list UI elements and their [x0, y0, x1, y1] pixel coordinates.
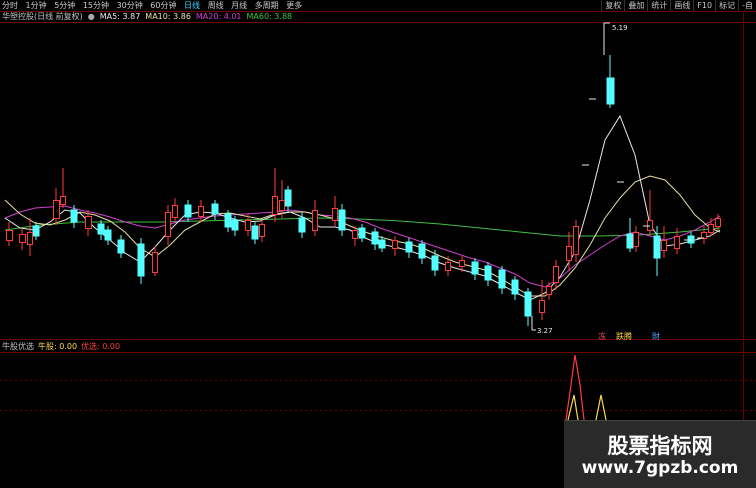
grid	[0, 11, 756, 487]
candle	[566, 246, 572, 261]
candle	[405, 241, 413, 253]
candle	[165, 212, 171, 237]
candle	[546, 286, 552, 295]
candle	[53, 200, 60, 219]
candle	[224, 213, 232, 228]
candle	[484, 265, 492, 281]
candle	[251, 225, 259, 240]
marker-label-1: 冻	[598, 331, 606, 341]
candle	[211, 203, 219, 215]
candle	[137, 243, 145, 277]
indicator-value-b: 优选: 0.00	[81, 342, 121, 351]
candle	[70, 209, 78, 223]
candle	[284, 189, 292, 207]
candle	[60, 196, 66, 205]
candle	[332, 208, 338, 221]
candle	[445, 262, 451, 271]
candles-down	[32, 55, 695, 326]
candle	[418, 243, 426, 259]
candle	[172, 205, 178, 218]
candle	[371, 231, 379, 245]
candle	[184, 204, 192, 218]
marker-label-2: 跌腾	[616, 331, 632, 341]
marker-label-3: 財	[652, 331, 660, 341]
candle	[152, 252, 158, 273]
candles-up	[6, 168, 721, 320]
candle	[85, 216, 92, 229]
low-price-label: 3.27	[537, 327, 553, 335]
candle	[498, 269, 506, 289]
candle	[272, 196, 278, 215]
candle	[573, 226, 579, 255]
kline-chart[interactable]: 5.19 3.27 冻 跌腾 財	[0, 0, 756, 487]
candle	[708, 224, 714, 233]
candle	[231, 219, 239, 231]
watermark-title: 股票指标网	[607, 434, 713, 458]
candle	[633, 232, 639, 247]
candle	[19, 234, 26, 243]
candle	[358, 227, 366, 239]
candle	[539, 300, 545, 313]
doji-ticks	[582, 98, 704, 241]
candle	[97, 223, 105, 235]
candle	[392, 240, 398, 249]
candle	[661, 240, 667, 251]
candle	[312, 210, 318, 231]
candle	[459, 260, 465, 267]
candle	[198, 206, 204, 217]
candle	[259, 224, 265, 237]
high-price-label: 5.19	[612, 24, 628, 32]
price-annotations	[531, 22, 610, 331]
candle	[32, 225, 40, 237]
candle	[245, 220, 251, 231]
candle	[606, 77, 615, 105]
candle	[104, 229, 112, 241]
candle	[378, 239, 386, 249]
candle	[117, 239, 125, 254]
candle	[6, 230, 13, 241]
candle	[674, 236, 680, 249]
candle	[279, 200, 285, 211]
watermark-box: 股票指标网 www.7gpzb.com	[564, 420, 756, 488]
candle	[471, 261, 479, 275]
candle	[511, 279, 519, 295]
indicator-info-bar: 牛股优选 牛股: 0.00 优选: 0.00	[2, 341, 124, 352]
candle	[431, 255, 439, 271]
ma20-line	[4, 205, 721, 288]
candle	[653, 235, 661, 259]
candle	[338, 209, 346, 231]
candle	[298, 217, 306, 233]
candle	[626, 233, 634, 249]
candle	[27, 232, 33, 245]
indicator-spike-yellow-2	[595, 394, 607, 421]
watermark-url: www.7gpzb.com	[581, 458, 739, 478]
candle	[352, 230, 358, 239]
indicator-value-a: 牛股: 0.00	[38, 342, 78, 351]
indicator-name[interactable]: 牛股优选	[2, 342, 34, 351]
candle	[715, 218, 721, 227]
candle	[553, 266, 559, 283]
candle	[524, 291, 532, 317]
